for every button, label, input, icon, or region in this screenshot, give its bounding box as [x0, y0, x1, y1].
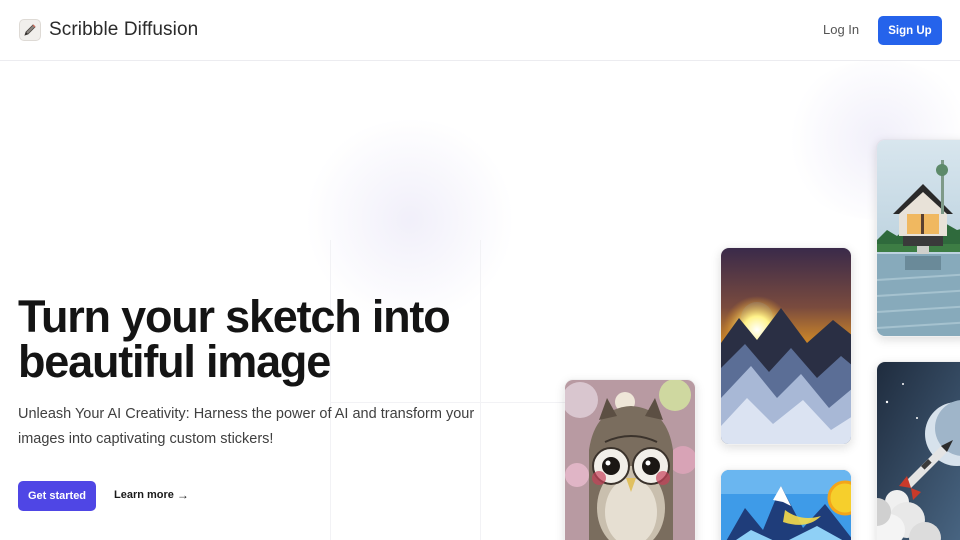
mountain-sunset-image[interactable] — [720, 247, 852, 445]
background-grid-line — [480, 240, 481, 540]
brand[interactable]: Scribble Diffusion — [19, 17, 198, 43]
hero-title: Turn your sketch into beautiful image — [18, 294, 518, 384]
hero-title-line2: beautiful image — [18, 336, 331, 387]
lake-house-image[interactable] — [876, 139, 960, 337]
hero-subtitle: Unleash Your AI Creativity: Harness the … — [18, 406, 475, 447]
background-grid-line — [330, 240, 331, 540]
brand-name: Scribble Diffusion — [49, 19, 199, 40]
top-navbar: Scribble Diffusion Log In Sign Up — [0, 0, 960, 61]
login-link[interactable]: Log In — [823, 22, 859, 37]
learn-more-label: Learn more — [114, 489, 174, 501]
owl-image[interactable] — [564, 379, 696, 540]
rocket-image[interactable] — [876, 361, 960, 540]
hero-title-line1: Turn your sketch into — [18, 291, 451, 342]
arrow-right-icon: → — [176, 488, 189, 502]
signup-button[interactable]: Sign Up — [878, 16, 942, 45]
learn-more-link[interactable]: Learn more → — [114, 488, 189, 502]
mountain-sun-illustration[interactable] — [720, 469, 852, 540]
background-glow — [300, 120, 520, 320]
get-started-button[interactable]: Get started — [18, 481, 96, 511]
pencil-icon — [19, 19, 41, 41]
